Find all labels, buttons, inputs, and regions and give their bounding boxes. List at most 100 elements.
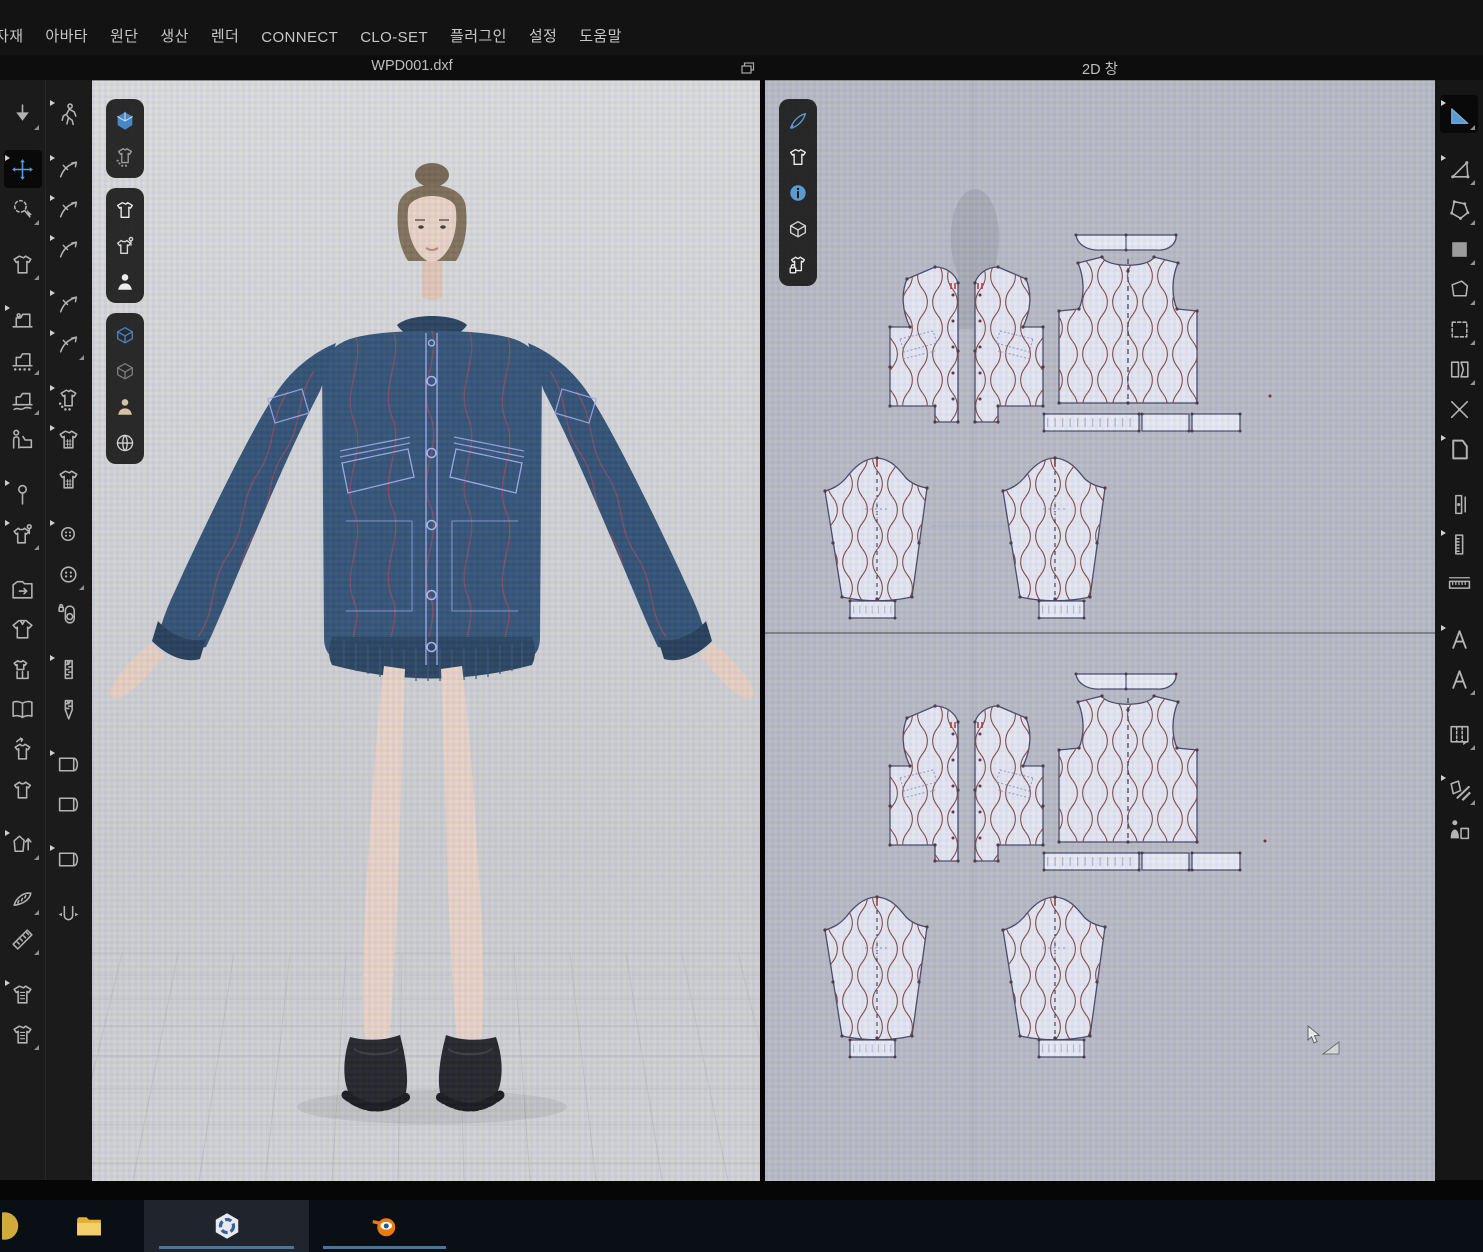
fabric-strip-tool[interactable]: [49, 840, 87, 878]
zipper-puller-tool[interactable]: [49, 690, 87, 728]
garment-tape-tool[interactable]: [4, 1015, 42, 1053]
viewport-3d[interactable]: [92, 80, 760, 1181]
trace-tool[interactable]: [1440, 390, 1478, 428]
hair-bun: [415, 163, 449, 187]
environment-toggle[interactable]: [111, 428, 140, 457]
edit-pattern-tool[interactable]: [1440, 150, 1478, 188]
show-garment-toggle[interactable]: [111, 195, 140, 224]
file-explorer[interactable]: [34, 1200, 144, 1252]
viewport-3d-toolbar-group3: [106, 313, 144, 464]
lasso-select-tool[interactable]: [4, 190, 42, 228]
menu-item-CONNECT[interactable]: CONNECT: [250, 29, 349, 46]
segment-sewing-tool[interactable]: [4, 300, 42, 338]
fold-arm-tool[interactable]: [49, 150, 87, 188]
menu-item-생산[interactable]: 생산: [149, 25, 199, 46]
pin-display-toggle[interactable]: [111, 231, 140, 260]
neck: [422, 261, 442, 300]
restore-window-icon[interactable]: [741, 62, 755, 74]
viewport-3d-toolbar-group1: [106, 99, 144, 178]
fit-pattern-tool[interactable]: [1440, 810, 1478, 848]
arrange-tool[interactable]: [4, 95, 42, 133]
show-fabric-toggle[interactable]: [784, 214, 813, 243]
button-fasten-tool[interactable]: [49, 595, 87, 633]
edit-curvature-tool[interactable]: [1440, 190, 1478, 228]
viewport-3d-toolbar-group2: [106, 188, 144, 303]
menu-item-설정[interactable]: 설정: [518, 25, 568, 46]
menu-item-원단[interactable]: 원단: [99, 25, 149, 46]
clo-3d-app-icon: [212, 1211, 242, 1241]
layer-clone-tool[interactable]: [4, 650, 42, 688]
lock-pattern-toggle[interactable]: [784, 250, 813, 279]
walk-pose-tool[interactable]: [49, 95, 87, 133]
button-tool[interactable]: [49, 515, 87, 553]
flip-garment-tool[interactable]: [4, 730, 42, 768]
taskbar-pinned-app-partial-icon: [2, 1211, 32, 1241]
bend-sub-tool[interactable]: [49, 325, 87, 363]
polygon-pattern-tool[interactable]: [1440, 230, 1478, 268]
show-pattern-toggle[interactable]: [784, 142, 813, 171]
garment-measure-tool[interactable]: [4, 975, 42, 1013]
free-sewing-tool[interactable]: [4, 340, 42, 378]
freehand-pattern-tool[interactable]: [1440, 270, 1478, 308]
pin-garment-tool[interactable]: [4, 515, 42, 553]
fabric-roll-tool[interactable]: [49, 745, 87, 783]
move-tool[interactable]: [4, 150, 42, 188]
pin-tool[interactable]: [4, 475, 42, 513]
fabric-roll-view[interactable]: [49, 785, 87, 823]
show-avatar-toggle[interactable]: [111, 267, 140, 296]
blender-app-icon: [369, 1211, 399, 1241]
transform-pattern-tool[interactable]: [1440, 95, 1478, 133]
cut-sew-tool[interactable]: [1440, 770, 1478, 808]
outerwear-tool[interactable]: [4, 610, 42, 648]
menu-item-CLO-SET[interactable]: CLO-SET: [349, 29, 439, 46]
grading-ruler-tool[interactable]: [1440, 565, 1478, 603]
texture-transform-tool[interactable]: [4, 825, 42, 863]
menu-item-플러그인[interactable]: 플러그인: [439, 25, 518, 46]
internal-polygon-tool[interactable]: [1440, 310, 1478, 348]
menu-item-렌더[interactable]: 렌더: [200, 25, 250, 46]
text-tool[interactable]: [1440, 660, 1478, 698]
pattern-ruler-tool[interactable]: [1440, 525, 1478, 563]
blender-app[interactable]: [309, 1200, 459, 1252]
buttonhole-tool[interactable]: [49, 555, 87, 593]
menu-item-도움말[interactable]: 도움말: [568, 25, 633, 46]
mannequin-view-toggle[interactable]: [111, 392, 140, 421]
fold-arrangement-tool[interactable]: [4, 570, 42, 608]
fabric-texture-view[interactable]: [49, 460, 87, 498]
zipper-tool[interactable]: [49, 650, 87, 688]
avatar-scene: [92, 81, 760, 1181]
pattern-info-toggle[interactable]: [784, 178, 813, 207]
fold-elbow-tool[interactable]: [49, 190, 87, 228]
binding-tool[interactable]: [49, 895, 87, 933]
pleats-tool[interactable]: [1440, 715, 1478, 753]
menu-item-아바타[interactable]: 아바타: [34, 25, 99, 46]
basic-garment-tool[interactable]: [4, 770, 42, 808]
measure-tool[interactable]: [4, 920, 42, 958]
seam-allowance-tool[interactable]: [1440, 485, 1478, 523]
unfold-tool[interactable]: [4, 690, 42, 728]
curved-measure-tool[interactable]: [4, 880, 42, 918]
clo-3d-app[interactable]: [144, 1200, 309, 1252]
dart-tool[interactable]: [1440, 350, 1478, 388]
particle-distance-tool[interactable]: [49, 380, 87, 418]
left-toolbar-col2: [45, 80, 90, 1180]
viewport-2d[interactable]: [765, 80, 1435, 1181]
fabric-texture-tool[interactable]: [49, 420, 87, 458]
bend-tool[interactable]: [49, 285, 87, 323]
garment-select-tool[interactable]: [4, 245, 42, 283]
outline-tool[interactable]: [1440, 430, 1478, 468]
edit-curve-2d-toggle[interactable]: [784, 106, 813, 135]
menu-item-자재[interactable]: 자재: [0, 25, 34, 46]
simulation-toggle[interactable]: [111, 106, 140, 135]
fabric-view-toggle[interactable]: [111, 320, 140, 349]
garment-ghost-toggle[interactable]: [111, 142, 140, 171]
thickness-view-toggle[interactable]: [111, 356, 140, 385]
left-toolbar: [0, 80, 92, 1180]
edit-text-tool[interactable]: [1440, 620, 1478, 658]
fold-wrist-tool[interactable]: [49, 230, 87, 268]
right-toolbar: [1435, 80, 1483, 1180]
taskbar-pinned-app-partial[interactable]: [0, 1200, 34, 1252]
title-strip: WPD001.dxf 2D 창: [0, 55, 1483, 80]
fit-sewing-tool[interactable]: [4, 420, 42, 458]
sewing-modify-tool[interactable]: [4, 380, 42, 418]
